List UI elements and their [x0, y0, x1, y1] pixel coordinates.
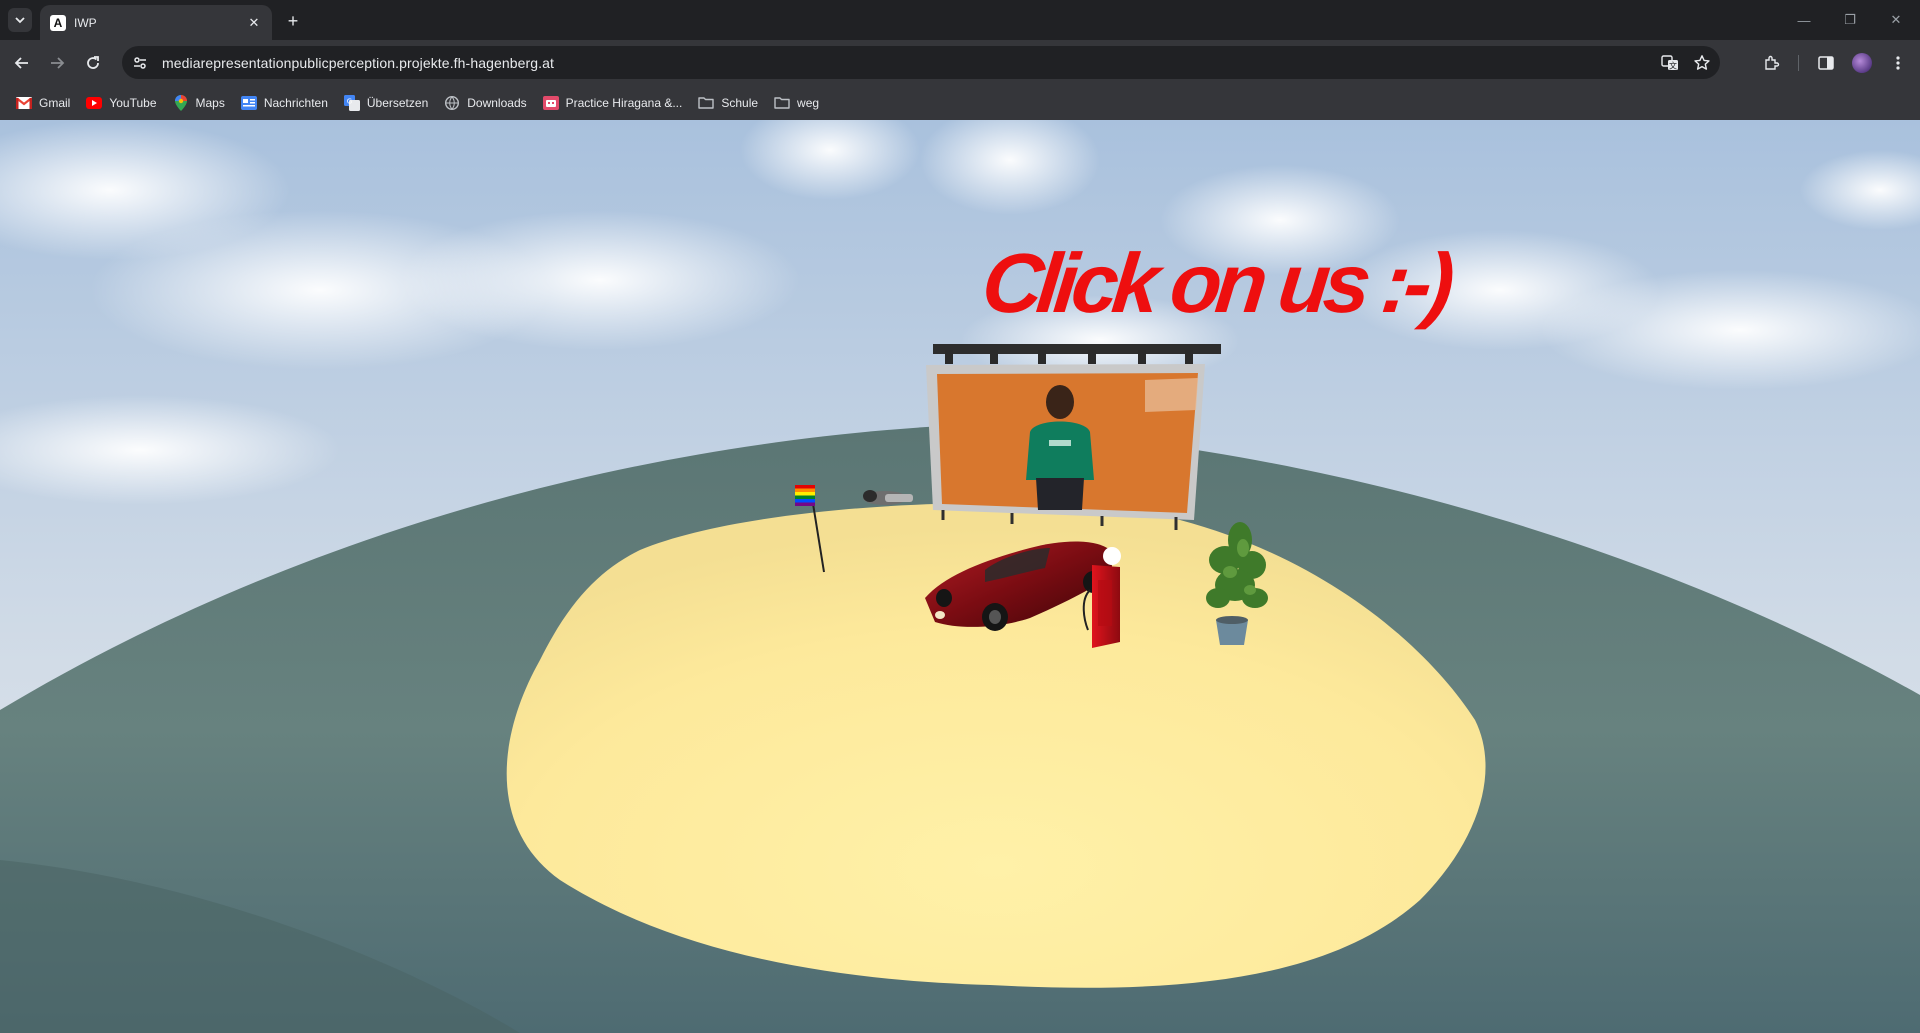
bookmark-label: Gmail — [39, 95, 71, 110]
bookmark-label: Downloads — [467, 95, 527, 110]
bookmark-folder-weg[interactable]: weg — [766, 89, 827, 117]
kebab-menu-icon — [1896, 56, 1900, 70]
bookmark-label: YouTube — [109, 95, 157, 110]
toolbar: mediarepresentationpublicperception.proj… — [0, 40, 1920, 85]
bookmark-youtube[interactable]: YouTube — [78, 89, 164, 117]
star-icon — [1694, 54, 1710, 70]
site-info-button[interactable] — [126, 49, 154, 77]
arrow-right-icon — [51, 57, 65, 69]
downloads-icon — [444, 95, 460, 111]
scene-canvas[interactable]: Click on us :-) — [0, 120, 1920, 1033]
bookmark-maps[interactable]: Maps — [165, 89, 233, 117]
url-text[interactable]: mediarepresentationpublicperception.proj… — [162, 55, 1656, 71]
gmail-icon — [16, 95, 32, 111]
bookmark-label: Maps — [195, 95, 225, 110]
hiragana-icon — [542, 95, 559, 111]
tab-strip: A IWP ✕ + — ❐ ✕ — [0, 0, 1920, 40]
bookmark-star-button[interactable] — [1688, 49, 1716, 77]
bookmark-label: weg — [797, 95, 820, 110]
translate-icon: G — [343, 94, 360, 111]
close-icon[interactable]: ✕ — [246, 15, 262, 31]
side-panel-icon — [1818, 56, 1834, 70]
menu-button[interactable] — [1884, 49, 1912, 77]
scene-headline[interactable]: Click on us :-) — [978, 236, 1457, 330]
svg-text:G: G — [347, 97, 352, 105]
folder-icon — [774, 95, 790, 111]
puzzle-icon — [1765, 55, 1780, 70]
extensions-button[interactable] — [1758, 49, 1786, 77]
folder-icon — [698, 95, 715, 111]
bookmark-label: Nachrichten — [263, 95, 328, 110]
profile-button[interactable] — [1848, 49, 1876, 77]
restore-icon[interactable]: ❐ — [1838, 8, 1862, 32]
bookmark-folder-schule[interactable]: Schule — [690, 89, 766, 117]
maps-icon — [173, 94, 189, 111]
bookmark-label: Übersetzen — [366, 95, 429, 110]
minimize-icon[interactable]: — — [1792, 8, 1816, 32]
tune-icon — [134, 56, 146, 69]
translate-page-button[interactable]: 文 — [1656, 49, 1684, 77]
youtube-icon — [86, 95, 103, 111]
bookmark-gmail[interactable]: Gmail — [8, 89, 78, 117]
scene-viewport[interactable]: Click on us :-) — [0, 120, 1920, 1033]
tab-favicon-icon: A — [50, 14, 66, 31]
reload-icon — [87, 56, 99, 69]
news-icon — [240, 95, 257, 111]
back-button[interactable] — [8, 49, 36, 77]
toolbar-divider — [1798, 55, 1799, 71]
bookmark-hiragana[interactable]: Practice Hiragana &... — [535, 89, 691, 117]
forward-button[interactable] — [43, 49, 71, 77]
tab-title: IWP — [74, 15, 97, 30]
bookmark-nachrichten[interactable]: Nachrichten — [233, 89, 336, 117]
chevron-down-icon — [15, 17, 25, 24]
side-panel-button[interactable] — [1812, 49, 1840, 77]
bookmark-uebersetzen[interactable]: G Übersetzen — [336, 89, 436, 117]
bookmark-label: Practice Hiragana &... — [565, 95, 683, 110]
translate-icon: 文 — [1661, 54, 1678, 70]
avatar — [1852, 53, 1872, 73]
bookmarks-bar: Gmail YouTube Maps Nachrichten G Überset… — [0, 85, 1920, 120]
window-close-icon[interactable]: ✕ — [1884, 8, 1908, 32]
arrow-left-icon — [14, 57, 28, 69]
billboard[interactable] — [926, 344, 1221, 530]
bookmark-downloads[interactable]: Downloads — [436, 89, 534, 117]
svg-text:文: 文 — [1669, 60, 1677, 70]
new-tab-button[interactable]: + — [282, 10, 304, 32]
bookmark-label: Schule — [721, 95, 759, 110]
address-bar[interactable]: mediarepresentationpublicperception.proj… — [122, 46, 1720, 79]
reload-button[interactable] — [79, 49, 107, 77]
tab-search-button[interactable] — [8, 8, 32, 32]
tab-iwp[interactable]: A IWP ✕ — [40, 5, 272, 40]
